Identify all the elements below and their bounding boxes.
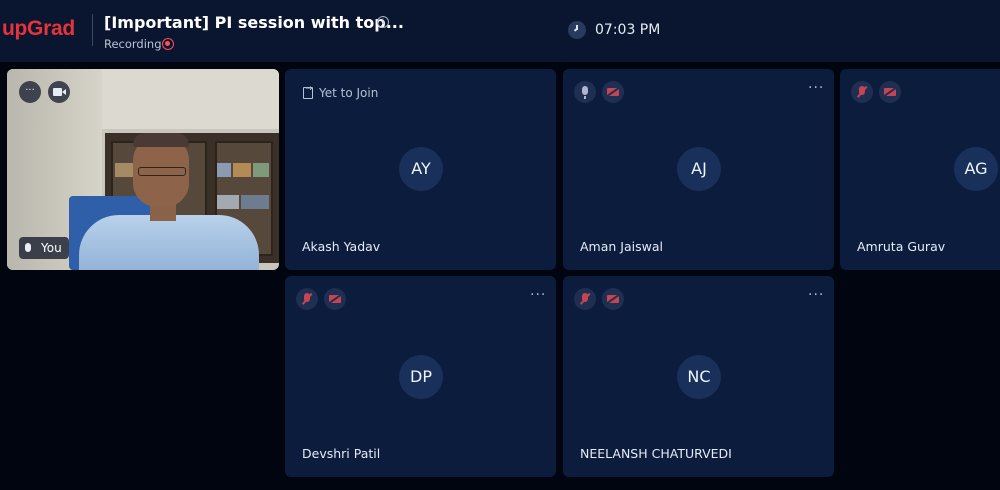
join-status: Yet to Join bbox=[319, 86, 379, 100]
more-options-button[interactable]: ··· bbox=[19, 81, 41, 103]
camera-off-icon bbox=[324, 288, 346, 310]
participant-tile[interactable]: Yet to Join AY Akash Yadav bbox=[285, 69, 556, 270]
participant-name: NEELANSH CHATURVEDI bbox=[580, 446, 732, 461]
more-options-button[interactable]: ··· bbox=[808, 80, 824, 96]
you-label: You bbox=[41, 241, 62, 255]
participant-tile[interactable]: ··· DP Devshri Patil bbox=[285, 276, 556, 477]
join-icon bbox=[303, 84, 313, 99]
glasses bbox=[138, 167, 186, 176]
more-options-button[interactable]: ··· bbox=[530, 287, 546, 303]
avatar: AY bbox=[399, 147, 443, 191]
self-video-tile[interactable]: ··· You bbox=[7, 69, 279, 270]
recording-status: Recording bbox=[104, 37, 162, 51]
mic-off-icon bbox=[296, 288, 318, 310]
speaker-icon bbox=[25, 243, 31, 252]
mic-off-icon bbox=[574, 288, 596, 310]
participant-tile[interactable]: ··· AJ Aman Jaiswal bbox=[563, 69, 834, 270]
header-divider bbox=[92, 14, 93, 46]
clock-icon bbox=[568, 21, 586, 39]
upgrad-logo: upGrad bbox=[2, 17, 75, 40]
mic-icon bbox=[574, 81, 596, 103]
participant-name: Akash Yadav bbox=[302, 239, 381, 254]
info-icon[interactable]: i bbox=[377, 16, 389, 28]
session-title: [Important] PI session with top... bbox=[104, 13, 404, 32]
avatar: AG bbox=[954, 147, 998, 191]
session-time: 07:03 PM bbox=[595, 22, 661, 38]
participant-body bbox=[79, 215, 259, 270]
camera-icon[interactable] bbox=[48, 81, 70, 103]
camera-off-icon bbox=[879, 81, 901, 103]
avatar: DP bbox=[399, 355, 443, 399]
recording-icon bbox=[162, 38, 174, 50]
participant-tile[interactable]: ··· NC NEELANSH CHATURVEDI bbox=[563, 276, 834, 477]
mic-off-icon bbox=[851, 81, 873, 103]
more-options-button[interactable]: ··· bbox=[808, 287, 824, 303]
participant-tile[interactable]: AG Amruta Gurav bbox=[840, 69, 1000, 270]
avatar: NC bbox=[677, 355, 721, 399]
camera-off-icon bbox=[602, 288, 624, 310]
top-bar: upGrad [Important] PI session with top..… bbox=[0, 0, 1000, 62]
you-badge: You bbox=[19, 237, 69, 259]
participant-name: Devshri Patil bbox=[302, 446, 381, 461]
avatar: AJ bbox=[677, 147, 721, 191]
camera-off-icon bbox=[602, 81, 624, 103]
participant-name: Aman Jaiswal bbox=[580, 239, 663, 254]
participant-name: Amruta Gurav bbox=[857, 239, 946, 254]
